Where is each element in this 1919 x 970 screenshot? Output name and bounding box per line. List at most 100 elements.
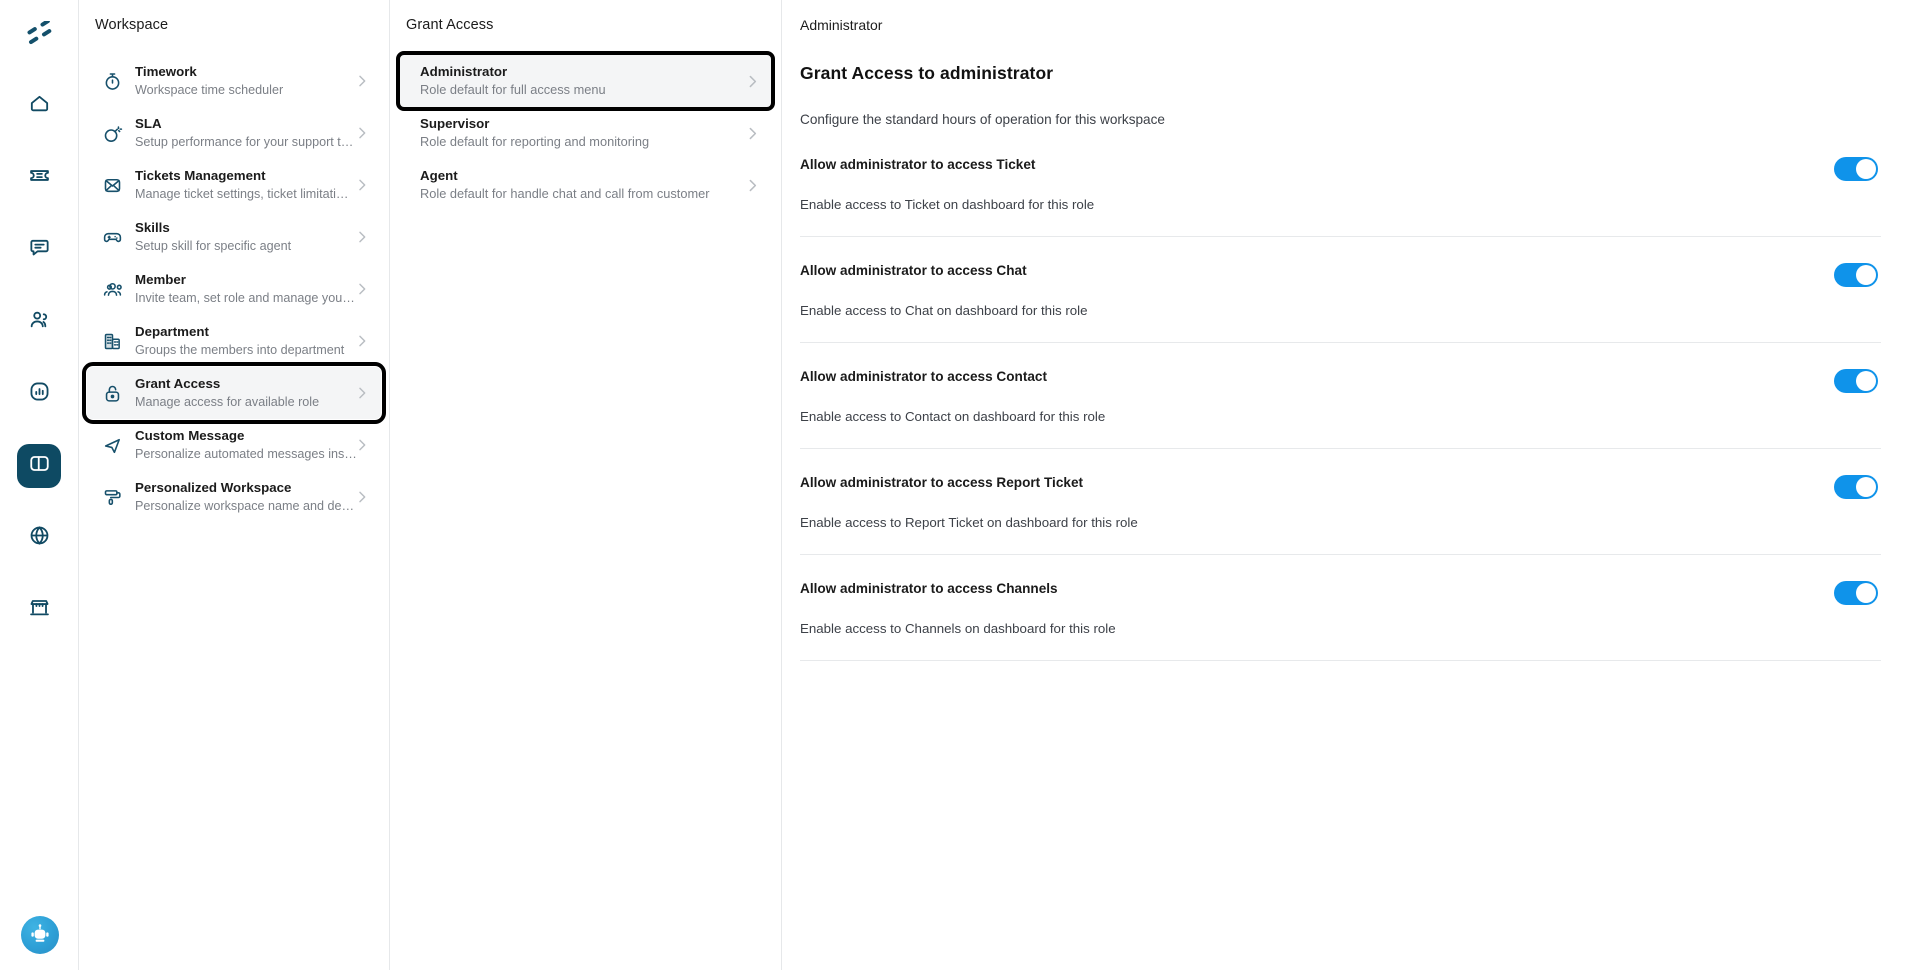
people-icon (101, 278, 123, 300)
sidebar-item-title: Timework (135, 64, 197, 79)
permission-title: Allow administrator to access Channels (800, 581, 1058, 596)
role-item-title: Supervisor (420, 116, 490, 131)
sidebar-item-desc: Manage access for available role (135, 395, 320, 409)
toggle-access-contact[interactable] (1834, 369, 1878, 393)
role-item-desc: Role default for full access menu (420, 82, 606, 97)
workspace-settings-list: Timework Workspace time scheduler SLA Se… (79, 33, 389, 523)
chevron-right-icon (353, 437, 371, 453)
sidebar-item-text: Grant Access Manage access for available… (135, 375, 341, 411)
sidebar-item-title: Member (135, 272, 186, 287)
sidebar-item-custom-message[interactable]: Custom Message Personalize automated mes… (87, 419, 381, 471)
page-title: Workspace (95, 17, 169, 33)
chevron-right-icon (353, 125, 371, 141)
sidebar-item-desc: Setup skill for specific agent (135, 239, 292, 253)
sidebar-item-desc: Personalize automated messages ins… (135, 447, 357, 461)
chevron-right-icon (353, 281, 371, 297)
toggle-access-report-ticket[interactable] (1834, 475, 1878, 499)
rail-item-workspace[interactable] (17, 444, 61, 488)
role-item-title: Agent (420, 168, 458, 183)
contacts-icon (28, 308, 51, 336)
sidebar-item-title: Personalized Workspace (135, 480, 292, 495)
role-item-administrator[interactable]: Administrator Role default for full acce… (396, 51, 775, 111)
sidebar-item-tickets-management[interactable]: Tickets Management Manage ticket setting… (87, 159, 381, 211)
toggle-access-ticket[interactable] (1834, 157, 1878, 181)
rail-item-store[interactable] (17, 588, 61, 632)
sidebar-item-desc: Personalize workspace name and de… (135, 499, 355, 513)
sidebar-item-title: Custom Message (135, 428, 245, 443)
chevron-right-icon (743, 125, 761, 142)
detail-panel: Administrator Grant Access to administra… (782, 0, 1919, 970)
toggle-knob (1856, 583, 1876, 603)
ticket-envelope-icon (101, 174, 123, 196)
sidebar-item-title: Tickets Management (135, 168, 266, 183)
sidebar-item-text: Skills Setup skill for specific agent (135, 219, 341, 255)
role-item-text: Administrator Role default for full acce… (420, 63, 743, 99)
grant-access-panel: Grant Access Administrator Role default … (390, 0, 782, 970)
permissions-list: Allow administrator to access Ticket Ena… (800, 157, 1881, 661)
sidebar-item-text: Member Invite team, set role and manage … (135, 271, 355, 307)
sidebar-item-sla[interactable]: SLA Setup performance for your support t… (87, 107, 381, 159)
rail-item-home[interactable] (17, 84, 61, 128)
toggle-access-channels[interactable] (1834, 581, 1878, 605)
sidebar-item-department[interactable]: Department Groups the members into depar… (87, 315, 381, 367)
chevron-right-icon (743, 73, 761, 90)
chevron-right-icon (353, 229, 371, 245)
detail-body: Grant Access to administrator Configure … (782, 33, 1919, 661)
permission-desc: Enable access to Contact on dashboard fo… (800, 409, 1106, 424)
sidebar-item-text: Custom Message Personalize automated mes… (135, 427, 357, 463)
role-item-text: Supervisor Role default for reporting an… (420, 115, 743, 151)
role-item-desc: Role default for handle chat and call fr… (420, 186, 710, 201)
sidebar-item-skills[interactable]: Skills Setup skill for specific agent (87, 211, 381, 263)
sidebar-item-title: Skills (135, 220, 170, 235)
toggle-access-chat[interactable] (1834, 263, 1878, 287)
sidebar-item-grant-access[interactable]: Grant Access Manage access for available… (82, 362, 386, 424)
grant-access-title: Grant Access (406, 17, 494, 33)
rail-item-channels[interactable] (17, 516, 61, 560)
permission-desc: Enable access to Report Ticket on dashbo… (800, 515, 1138, 530)
chevron-right-icon (743, 177, 761, 194)
sidebar-item-timework[interactable]: Timework Workspace time scheduler (87, 55, 381, 107)
sidebar-item-member[interactable]: Member Invite team, set role and manage … (87, 263, 381, 315)
building-icon (101, 330, 123, 352)
permission-row-report-ticket: Allow administrator to access Report Tic… (800, 449, 1881, 555)
permission-row-ticket: Allow administrator to access Ticket Ena… (800, 157, 1881, 237)
permission-title: Allow administrator to access Ticket (800, 157, 1036, 172)
sidebar-item-personalized-workspace[interactable]: Personalized Workspace Personalize works… (87, 471, 381, 523)
permission-row-channels: Allow administrator to access Channels E… (800, 555, 1881, 661)
sidebar-item-text: SLA Setup performance for your support t… (135, 115, 353, 151)
robot-avatar-icon[interactable] (20, 916, 59, 954)
bomb-icon (101, 122, 123, 144)
sidebar-item-title: Department (135, 324, 209, 339)
roles-list: Administrator Role default for full acce… (390, 33, 781, 211)
workspace-panel: Workspace Timework Workspace time schedu… (79, 0, 390, 970)
chevron-right-icon (353, 73, 371, 89)
sidebar-item-title: SLA (135, 116, 162, 131)
toggle-knob (1856, 477, 1876, 497)
rail-item-contacts[interactable] (17, 300, 61, 344)
chat-icon (28, 236, 51, 264)
rail-item-tickets[interactable] (17, 156, 61, 200)
sidebar-item-text: Department Groups the members into depar… (135, 323, 344, 359)
breadcrumb: Administrator (800, 17, 883, 33)
permission-desc: Enable access to Chat on dashboard for t… (800, 303, 1088, 318)
sidebar-item-desc: Setup performance for your support t… (135, 135, 354, 149)
permission-title: Allow administrator to access Chat (800, 263, 1027, 278)
rail-item-chat[interactable] (17, 228, 61, 272)
store-icon (28, 596, 51, 624)
sidebar-item-desc: Invite team, set role and manage you… (135, 291, 355, 305)
permission-desc: Enable access to Channels on dashboard f… (800, 621, 1116, 636)
permission-row-chat: Allow administrator to access Chat Enabl… (800, 237, 1881, 343)
role-item-text: Agent Role default for handle chat and c… (420, 167, 743, 203)
permission-desc: Enable access to Ticket on dashboard for… (800, 197, 1095, 212)
role-item-supervisor[interactable]: Supervisor Role default for reporting an… (400, 107, 771, 159)
chevron-right-icon (353, 385, 371, 401)
report-icon (28, 380, 51, 408)
sidebar-item-text: Tickets Management Manage ticket setting… (135, 167, 348, 203)
sidebar-item-text: Personalized Workspace Personalize works… (135, 479, 354, 515)
role-item-title: Administrator (420, 64, 508, 79)
chevron-right-icon (353, 489, 371, 505)
role-item-agent[interactable]: Agent Role default for handle chat and c… (400, 159, 771, 211)
sidebar-item-desc: Manage ticket settings, ticket limitati… (135, 187, 349, 201)
rail-item-report[interactable] (17, 372, 61, 416)
gamepad-icon (101, 226, 123, 248)
